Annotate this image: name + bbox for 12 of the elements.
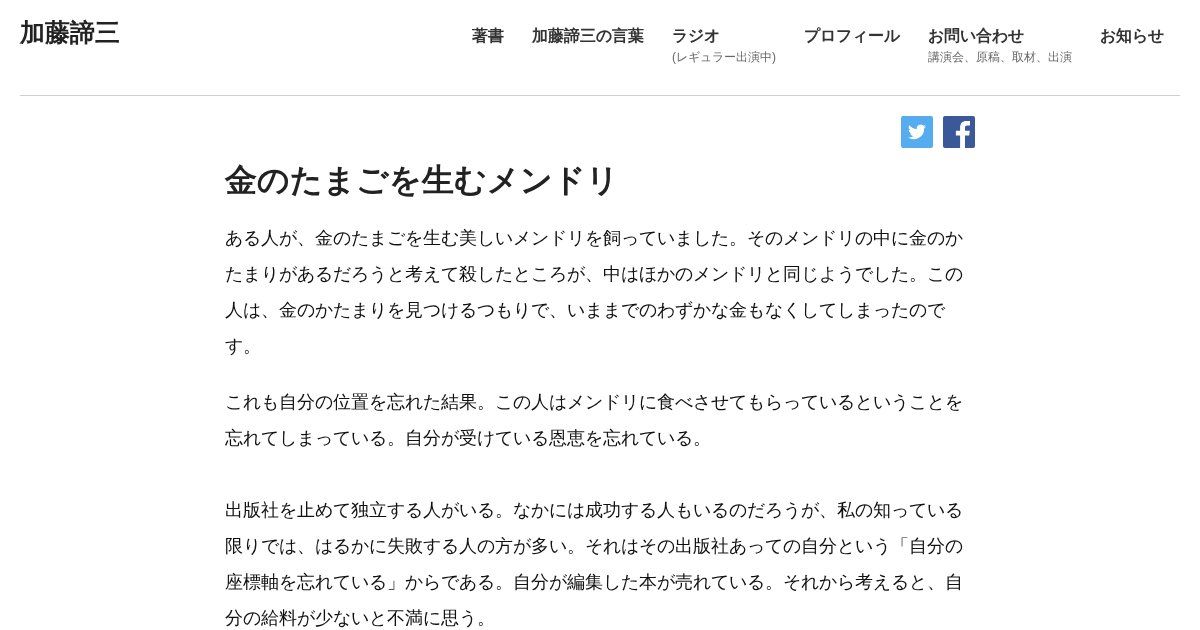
article-title: 金のたまごを生むメンドリ [225,161,620,200]
paragraph: ある人が、金のたまごを生む美しいメンドリを飼っていました。そのメンドリの中に金のかたまりがあるだろうと考えて殺したところが、中はほかのメンドリと同じようでした。この人は、金のかたまりを見つけるつもりで、いままでのわずかな金もなくしてしまったのです。 [225,227,964,358]
nav-link[interactable]: お問い合わせ 講演会、原稿、取材、出演 [914,25,1086,66]
paragraph: これも自分の位置を忘れた結果。この人はメンドリに食べさせてもらっているということを忘れてしまっている。自分が受けている恩恵を忘れている。 [225,391,964,450]
f-share-icon[interactable] [943,116,975,148]
nav-link[interactable]: お知らせ [1086,25,1178,47]
site-title[interactable]: 加藤諦三 [20,16,120,48]
paragraph: 出版社を止めて独立する人がいる。なかには成功する人もいるのだろうが、私の知っている限りでは、はるかに失敗する人の方が多い。それはその出版社あっての自分という「自分の座標軸を忘れている」からである。自分が編集した本が売れている。それから考えると、自分の給料が少ないと不満に思う。 [225,499,964,630]
nav-link[interactable]: 加藤諦三の言葉 [518,25,658,47]
nav-link[interactable]: 著書 [458,25,518,47]
nav-link[interactable]: ラジオ (レギュラー出演中) [658,25,790,66]
nav-link[interactable]: プロフィール [790,25,914,47]
